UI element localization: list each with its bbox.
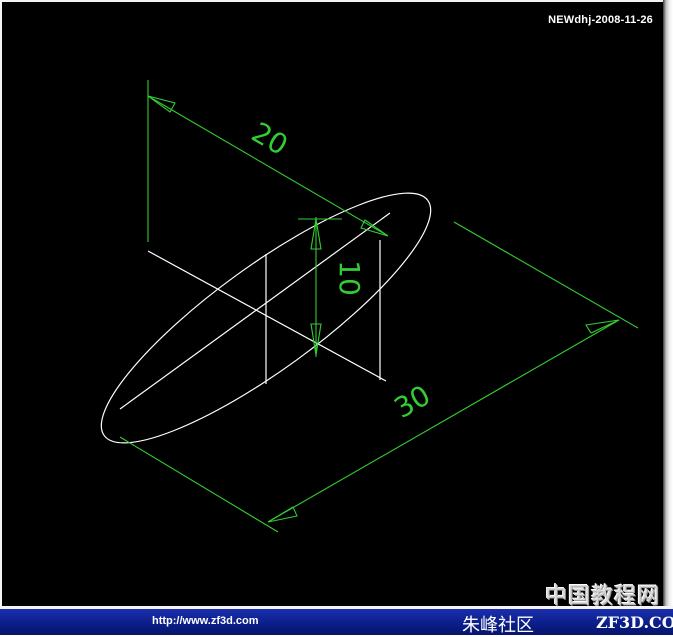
footer-logo-text: 朱峰社区 [462, 615, 534, 636]
extension-line-30-left [119, 436, 279, 533]
dimension-geometry [119, 80, 639, 533]
dimension-label-10: 10 [333, 260, 366, 296]
screenshot-frame: 20 10 30 NEWdhj-2008-11-26 中国教程网 http://… [0, 0, 673, 636]
dimension-labels: 20 10 30 [246, 116, 436, 425]
dimension-line-30 [267, 319, 620, 523]
author-date-stamp: NEWdhj-2008-11-26 [548, 14, 653, 26]
watermark-footer-bar: http://www.zf3d.com 朱峰社区 ZF3D.COM [0, 609, 673, 636]
drawing-svg: 20 10 30 [100, 80, 639, 533]
arrow-30-start [267, 506, 298, 523]
axis-line-major [119, 212, 391, 410]
cad-canvas: 20 10 30 NEWdhj-2008-11-26 [2, 2, 663, 606]
canvas-edge [663, 0, 673, 606]
footer-site-name: ZF3D.COM [596, 613, 673, 632]
watermark-chinese: 中国教程网 [545, 584, 661, 609]
dimension-line-20 [147, 95, 389, 237]
ellipse-geometry [100, 192, 432, 444]
footer-url: http://www.zf3d.com [152, 615, 259, 627]
extension-line-30-right [453, 221, 639, 329]
dimension-label-20: 20 [246, 116, 293, 162]
dimension-label-30: 30 [389, 379, 436, 425]
arrow-30-end [585, 319, 620, 334]
